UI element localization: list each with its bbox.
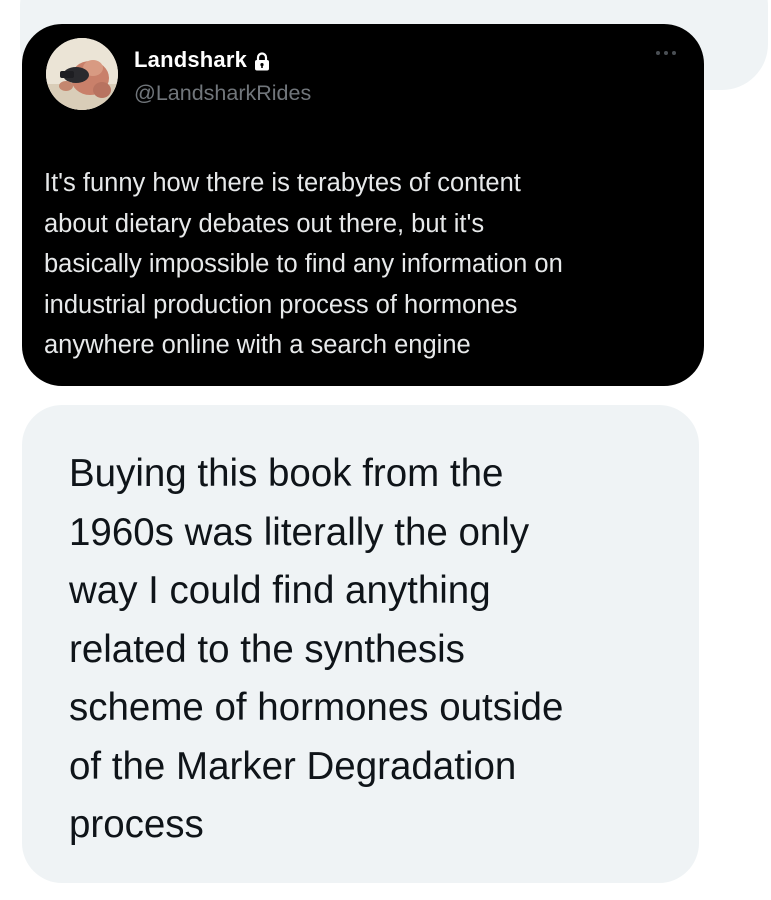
reply-message-bubble[interactable]: Buying this book from the 1960s was lite… bbox=[22, 405, 699, 883]
author-name-row: Landshark bbox=[134, 47, 270, 73]
lock-icon bbox=[254, 51, 270, 71]
avatar[interactable] bbox=[46, 38, 118, 110]
author-display-name[interactable]: Landshark bbox=[134, 47, 247, 73]
reply-message-text: Buying this book from the 1960s was lite… bbox=[69, 452, 564, 846]
tweet-text: It's funny how there is terabytes of con… bbox=[44, 169, 563, 359]
embedded-tweet-card[interactable]: Landshark @LandsharkRides It's funny how… bbox=[22, 24, 704, 386]
more-dots-icon[interactable] bbox=[654, 44, 678, 55]
avatar-image bbox=[46, 38, 118, 110]
author-handle[interactable]: @LandsharkRides bbox=[134, 81, 311, 106]
